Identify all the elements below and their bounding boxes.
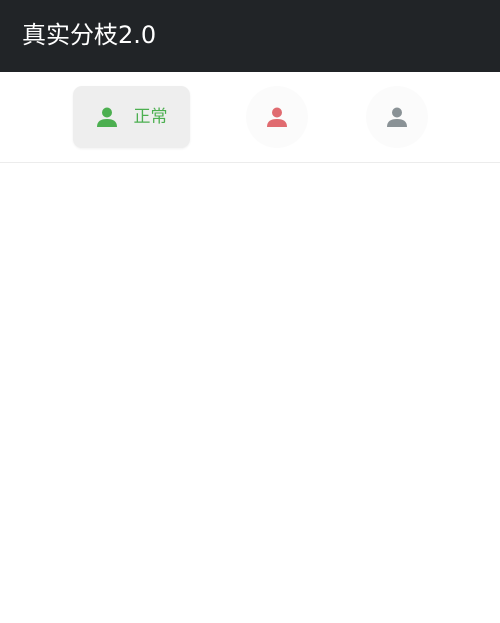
top-app-bar: 真实分枝2.0 (0, 0, 500, 72)
tab-normal[interactable]: 正常 (73, 86, 190, 148)
person-icon (386, 106, 408, 128)
person-icon (96, 106, 118, 128)
tab-inactive[interactable] (366, 86, 428, 148)
tab-abnormal[interactable] (246, 86, 308, 148)
person-icon (266, 106, 288, 128)
app-title: 真实分枝2.0 (22, 21, 157, 49)
app-root: 真实分枝2.0 正常 (0, 0, 500, 623)
tab-normal-label: 正常 (133, 107, 168, 127)
content-area (0, 163, 500, 623)
status-tab-bar: 正常 (0, 72, 500, 163)
